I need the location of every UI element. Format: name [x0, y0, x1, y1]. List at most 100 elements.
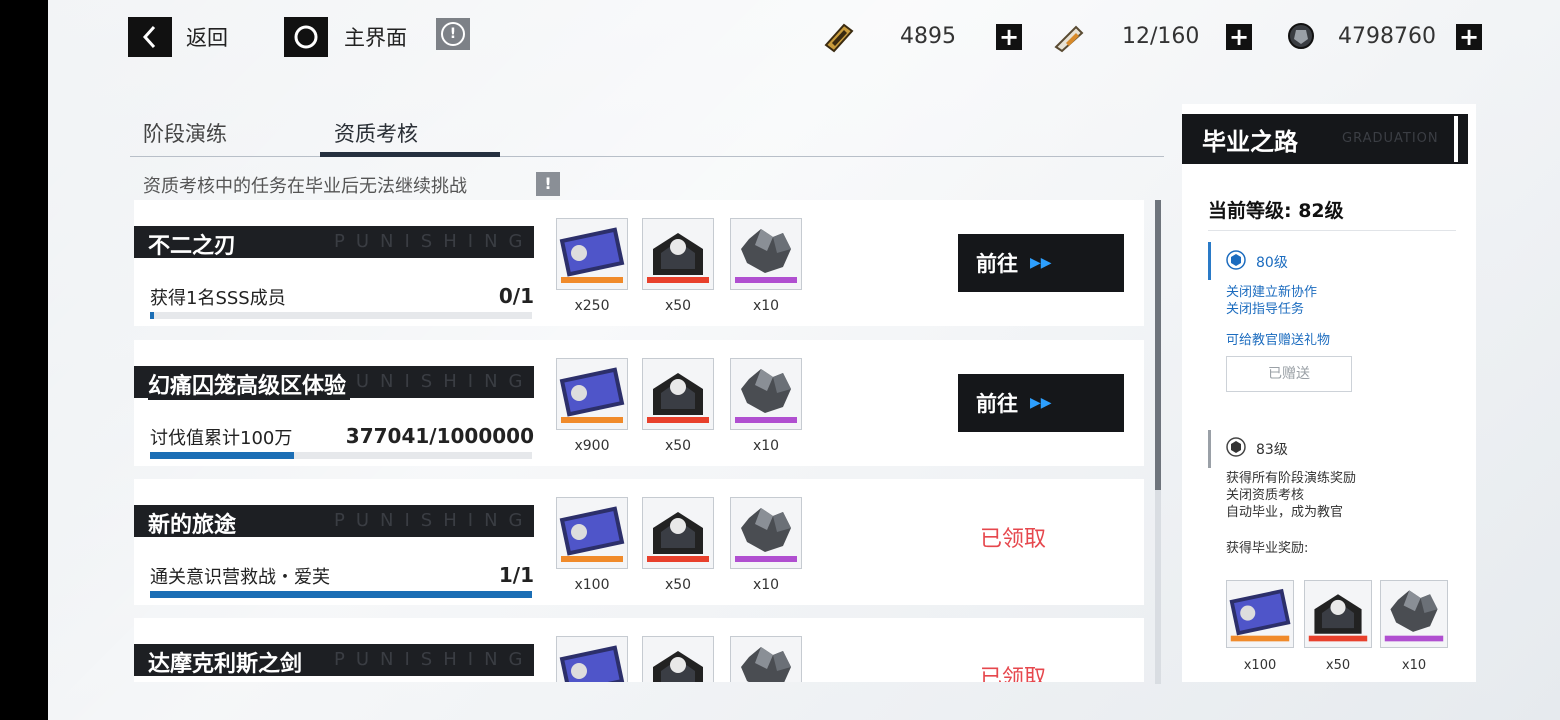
supply-box-icon [642, 358, 714, 430]
graduation-reward-item[interactable]: x100 [1226, 580, 1294, 673]
task-description: 通关意识营救战・爱芙 [150, 567, 330, 588]
back-label[interactable]: 返回 [186, 22, 228, 52]
reward-quantity: x10 [752, 577, 780, 593]
reward-item[interactable]: x50 [642, 358, 714, 454]
milestone-effect-line: 获得所有阶段演练奖励 [1226, 471, 1357, 486]
current-level: 当前等级: 82级 [1208, 200, 1344, 222]
add-stamina-button[interactable]: + [1226, 24, 1252, 50]
milestone-line [1208, 430, 1211, 468]
go-button[interactable]: 前往 ▶▶ [958, 374, 1124, 432]
ore-cluster-icon [730, 358, 802, 430]
milestone-level: 80级 [1256, 255, 1288, 271]
milestone-effect-line: 关闭建立新协作 [1226, 285, 1318, 300]
task-progress-fill [150, 312, 154, 319]
graduation-reward-title: 获得毕业奖励: [1226, 541, 1309, 556]
go-button[interactable]: 前往 ▶▶ [958, 234, 1124, 292]
milestone-effect-line: 自动毕业，成为教官 [1226, 505, 1344, 520]
task-description: 讨伐值累计100万 [150, 428, 293, 449]
graduation-panel: 毕业之路 GRADUATION 当前等级: 82级 80级 关闭建立新协作 关闭… [1182, 104, 1476, 682]
panel-title: 毕业之路 [1202, 128, 1298, 156]
reward-item[interactable] [730, 636, 802, 682]
reward-item[interactable]: x10 [730, 358, 802, 454]
home-button[interactable] [284, 17, 328, 57]
task-title: 新的旅途 [148, 513, 237, 538]
reward-item[interactable]: x100 [556, 497, 628, 593]
task-title-bar: PUNISHING 达摩克利斯之剑 [134, 644, 534, 677]
graduation-reward-item[interactable]: x50 [1304, 580, 1372, 673]
milestone-line [1208, 242, 1211, 280]
resource-blackcard [1284, 20, 1318, 52]
exp-card-icon [556, 497, 628, 569]
ore-cluster-icon [730, 497, 802, 569]
info-button[interactable]: ! [436, 18, 470, 50]
hexagon-dark-icon [1226, 437, 1246, 457]
task-title-bar: PUNISHING 不二之刃 [134, 226, 534, 259]
task-title: 达摩克利斯之剑 [148, 652, 303, 677]
milestone-effects: 关闭建立新协作 关闭指导任务 [1226, 284, 1317, 318]
reward-item[interactable]: x50 [642, 497, 714, 593]
task-watermark: PUNISHING [334, 371, 534, 392]
supply-box-icon [642, 218, 714, 290]
cash-ticket-icon [824, 23, 854, 53]
task-row: PUNISHING 不二之刃 获得1名SSS成员 0/1 x250 x50 x1… [134, 200, 1144, 326]
tab-qualification[interactable]: 资质考核 [334, 118, 418, 148]
reward-item[interactable]: x250 [556, 218, 628, 314]
resource-stamina-value: 12/160 [1122, 24, 1200, 49]
add-cash-button[interactable]: + [996, 24, 1022, 50]
notice-text: 资质考核中的任务在毕业后无法继续挑战 [143, 176, 467, 197]
home-label[interactable]: 主界面 [344, 22, 407, 52]
reward-item[interactable] [556, 636, 628, 682]
back-button[interactable] [128, 17, 172, 57]
reward-quantity: x100 [1243, 658, 1277, 673]
scrollbar-thumb[interactable] [1155, 200, 1161, 490]
resource-cash [822, 20, 856, 53]
task-list[interactable]: PUNISHING 不二之刃 获得1名SSS成员 0/1 x250 x50 x1… [134, 200, 1144, 682]
home-circle-icon [294, 25, 318, 49]
top-bar: 返回 主界面 ! 4895 + 12/160 + 4798760 + [0, 14, 1560, 58]
supply-box-icon [642, 497, 714, 569]
task-progress-fill [150, 591, 532, 598]
gift-text: 可给教官赠送礼物 [1226, 333, 1331, 348]
ore-cluster-icon [730, 636, 802, 682]
stamina-tube-icon [1054, 25, 1084, 53]
milestone-effect-line: 关闭指导任务 [1226, 302, 1305, 317]
chevron-left-icon [142, 25, 156, 49]
notice-help-icon[interactable]: ! [536, 172, 560, 196]
hexagon-blue-icon [1226, 250, 1246, 270]
black-card-icon [1288, 23, 1314, 49]
exp-card-icon [1226, 580, 1294, 648]
active-tab-indicator [320, 152, 500, 157]
reward-item[interactable]: x900 [556, 358, 628, 454]
left-edge [0, 0, 48, 720]
reward-item[interactable]: x10 [730, 497, 802, 593]
milestone-level: 83级 [1256, 442, 1288, 458]
ore-cluster-icon [730, 218, 802, 290]
task-description: 获得1名SSS成员 [150, 288, 286, 309]
tab-stage-drill[interactable]: 阶段演练 [143, 118, 227, 148]
double-arrow-icon: ▶▶ [1030, 395, 1052, 411]
reward-item[interactable]: x10 [730, 218, 802, 314]
reward-quantity: x50 [664, 438, 692, 454]
gift-sent-button[interactable]: 已赠送 [1226, 356, 1352, 392]
claimed-status: 已领取 [980, 666, 1047, 682]
milestone-effects: 获得所有阶段演练奖励 关闭资质考核 自动毕业，成为教官 [1226, 470, 1356, 521]
reward-quantity: x10 [1401, 658, 1427, 673]
reward-quantity: x100 [574, 577, 610, 593]
panel-header-accent [1454, 116, 1458, 162]
panel-header: 毕业之路 GRADUATION [1182, 114, 1468, 164]
task-progress-text: 1/1 [498, 563, 534, 587]
reward-item[interactable] [642, 636, 714, 682]
graduation-reward-item[interactable]: x10 [1380, 580, 1448, 673]
reward-item[interactable]: x50 [642, 218, 714, 314]
task-row: PUNISHING 达摩克利斯之剑 已领取 [134, 618, 1144, 682]
tab-divider [130, 156, 1164, 157]
go-button-label: 前往 [976, 252, 1018, 276]
add-blackcard-button[interactable]: + [1456, 24, 1482, 50]
task-watermark: PUNISHING [334, 510, 534, 531]
exp-card-icon [556, 636, 628, 682]
task-title: 不二之刃 [148, 234, 237, 259]
task-progress-fill [150, 452, 294, 459]
task-title: 幻痛囚笼高级区体验 [148, 368, 351, 400]
supply-box-icon [642, 636, 714, 682]
claimed-status: 已领取 [980, 527, 1047, 552]
